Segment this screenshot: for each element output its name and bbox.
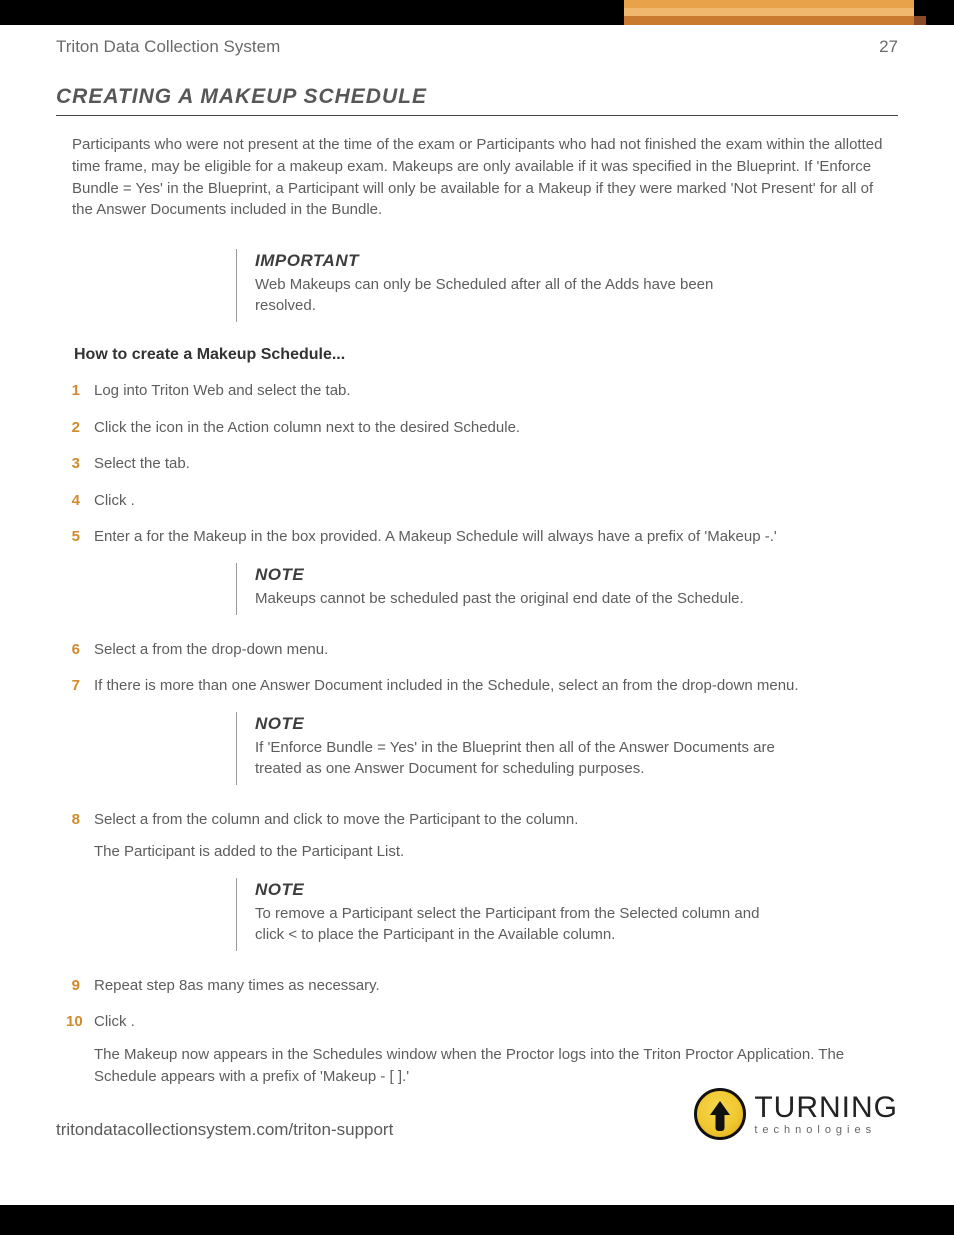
footer: tritondatacollectionsystem.com/triton-su… bbox=[56, 1088, 898, 1140]
step-subtext: The Makeup now appears in the Schedules … bbox=[94, 1044, 898, 1089]
callout-note-body: If 'Enforce Bundle = Yes' in the Bluepri… bbox=[255, 737, 776, 779]
top-banner bbox=[0, 0, 954, 25]
step-text: Select the tab. bbox=[94, 453, 898, 476]
logo-main-text: TURNING bbox=[754, 1093, 898, 1123]
step-text: Select a from the drop-down menu. bbox=[94, 639, 898, 662]
step-number: 1 bbox=[66, 380, 94, 403]
callout-note-body: To remove a Participant select the Parti… bbox=[255, 903, 776, 945]
step-number: 10 bbox=[66, 1011, 94, 1034]
step-6: 6 Select a from the drop-down menu. bbox=[66, 639, 898, 662]
step-text: Click . bbox=[94, 1013, 135, 1030]
step-subtext: The Participant is added to the Particip… bbox=[94, 841, 898, 864]
callout-note-1: NOTE Makeups cannot be scheduled past th… bbox=[236, 563, 796, 615]
logo-sub-text: technologies bbox=[754, 1125, 898, 1136]
turning-logo: TURNING technologies bbox=[694, 1088, 898, 1140]
step-text: Click the icon in the Action column next… bbox=[94, 417, 898, 440]
step-text: Enter a for the Makeup in the box provid… bbox=[94, 526, 898, 549]
footer-url: tritondatacollectionsystem.com/triton-su… bbox=[56, 1120, 393, 1140]
step-text: Select a from the column and click to mo… bbox=[94, 811, 578, 828]
step-number: 4 bbox=[66, 490, 94, 513]
step-number: 2 bbox=[66, 417, 94, 440]
callout-note-label: NOTE bbox=[255, 880, 776, 900]
step-number: 3 bbox=[66, 453, 94, 476]
step-1: 1 Log into Triton Web and select the tab… bbox=[66, 380, 898, 403]
step-9: 9 Repeat step 8as many times as necessar… bbox=[66, 975, 898, 998]
callout-note-3: NOTE To remove a Participant select the … bbox=[236, 878, 796, 951]
doc-title: Triton Data Collection System bbox=[56, 37, 280, 57]
intro-paragraph: Participants who were not present at the… bbox=[56, 134, 898, 221]
callout-note-label: NOTE bbox=[255, 714, 776, 734]
turning-arrow-icon bbox=[694, 1088, 746, 1140]
howto-heading: How to create a Makeup Schedule... bbox=[74, 346, 898, 364]
callout-note-2: NOTE If 'Enforce Bundle = Yes' in the Bl… bbox=[236, 712, 796, 785]
callout-important-body: Web Makeups can only be Scheduled after … bbox=[255, 274, 776, 316]
step-number: 5 bbox=[66, 526, 94, 549]
section-title: CREATING A MAKEUP SCHEDULE bbox=[56, 85, 898, 116]
decorative-bars bbox=[624, 0, 914, 25]
step-text: If there is more than one Answer Documen… bbox=[94, 675, 898, 698]
step-number: 7 bbox=[66, 675, 94, 698]
bottom-banner bbox=[0, 1205, 954, 1235]
running-header: Triton Data Collection System 27 bbox=[56, 37, 898, 57]
step-number: 9 bbox=[66, 975, 94, 998]
callout-important: IMPORTANT Web Makeups can only be Schedu… bbox=[236, 249, 796, 322]
steps-list-cont3: 9 Repeat step 8as many times as necessar… bbox=[56, 975, 898, 1089]
step-text: Repeat step 8as many times as necessary. bbox=[94, 975, 898, 998]
step-4: 4 Click . bbox=[66, 490, 898, 513]
step-8: 8 Select a from the column and click to … bbox=[66, 809, 898, 864]
callout-important-label: IMPORTANT bbox=[255, 251, 776, 271]
step-number: 6 bbox=[66, 639, 94, 662]
steps-list: 1 Log into Triton Web and select the tab… bbox=[56, 380, 898, 549]
step-5: 5 Enter a for the Makeup in the box prov… bbox=[66, 526, 898, 549]
page-number: 27 bbox=[879, 37, 898, 57]
page-body: Triton Data Collection System 27 CREATIN… bbox=[0, 25, 954, 1180]
step-number: 8 bbox=[66, 809, 94, 832]
step-text: Click . bbox=[94, 490, 898, 513]
steps-list-cont1: 6 Select a from the drop-down menu. 7 If… bbox=[56, 639, 898, 698]
step-3: 3 Select the tab. bbox=[66, 453, 898, 476]
step-2: 2 Click the icon in the Action column ne… bbox=[66, 417, 898, 440]
steps-list-cont2: 8 Select a from the column and click to … bbox=[56, 809, 898, 864]
step-10: 10 Click . The Makeup now appears in the… bbox=[66, 1011, 898, 1089]
step-7: 7 If there is more than one Answer Docum… bbox=[66, 675, 898, 698]
step-text: Log into Triton Web and select the tab. bbox=[94, 380, 898, 403]
callout-note-body: Makeups cannot be scheduled past the ori… bbox=[255, 588, 776, 609]
callout-note-label: NOTE bbox=[255, 565, 776, 585]
